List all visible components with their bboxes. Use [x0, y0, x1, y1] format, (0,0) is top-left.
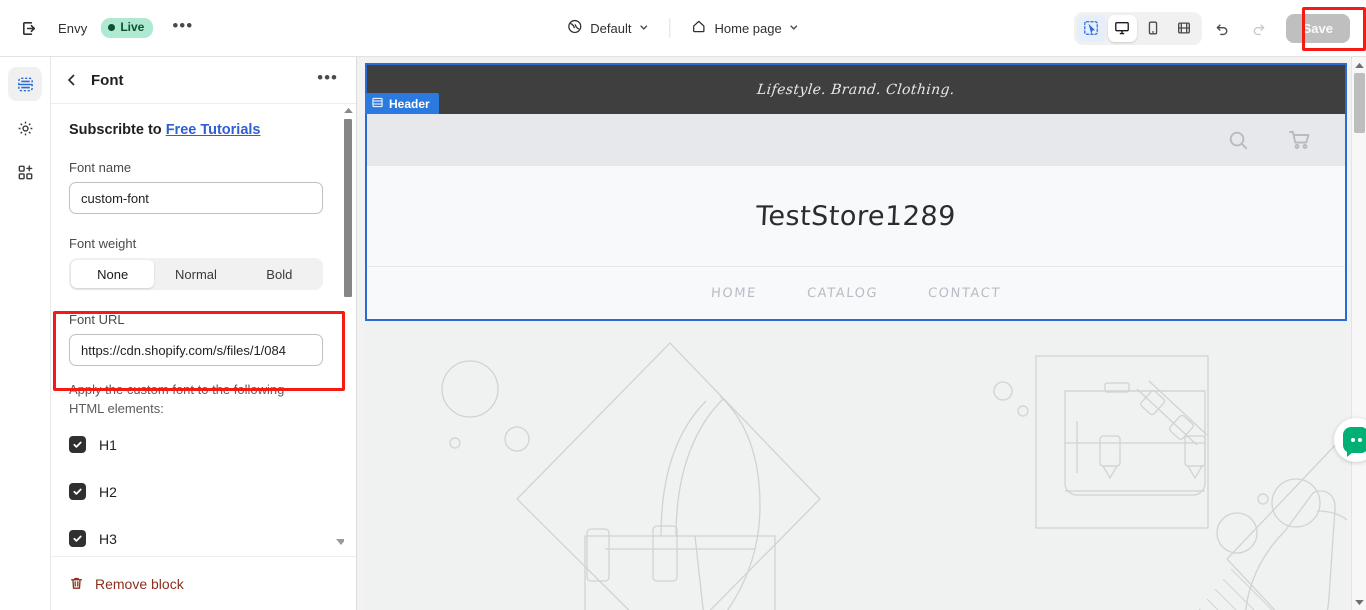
- announcement-text: Lifestyle. Brand. Clothing.: [756, 81, 956, 98]
- section-label-header[interactable]: Header: [365, 93, 439, 114]
- redo-button: [1244, 13, 1274, 43]
- chat-dot-right: [1357, 438, 1362, 442]
- select-tool-button[interactable]: [1076, 14, 1106, 42]
- top-bar-right: Save: [1073, 11, 1356, 45]
- chevron-down-icon: [789, 21, 800, 36]
- top-bar-center: Default Home page: [556, 10, 809, 46]
- settings-panel: Font ••• Subscribte to Free Tutorials Fo…: [51, 57, 357, 610]
- settings-gear-icon[interactable]: [8, 111, 42, 145]
- section-label-text: Header: [389, 96, 430, 111]
- element-checkbox-h1-row: H1: [69, 436, 338, 453]
- font-weight-segmented-control: None Normal Bold: [69, 258, 323, 290]
- font-weight-label: Font weight: [69, 236, 137, 251]
- font-name-label: Font name: [69, 160, 132, 175]
- hero-placeholder-illustration[interactable]: [365, 321, 1347, 610]
- subscribe-prefix: Subscribte to: [69, 122, 166, 138]
- top-bar: Envy Live ••• Default Home page Save: [0, 0, 1366, 57]
- mobile-view-button[interactable]: [1139, 15, 1168, 42]
- panel-header: Font •••: [51, 57, 356, 104]
- top-bar-left: Envy Live •••: [0, 13, 198, 43]
- undo-button[interactable]: [1208, 13, 1238, 43]
- selector-divider: [669, 18, 671, 38]
- preview-canvas-area: Lifestyle. Brand. Clothing. Header TestS…: [357, 57, 1366, 610]
- announcement-bar[interactable]: Lifestyle. Brand. Clothing.: [367, 65, 1345, 114]
- page-title: Font: [91, 71, 124, 89]
- cart-icon[interactable]: [1287, 127, 1313, 153]
- nav-item-contact[interactable]: CONTACT: [928, 286, 1002, 301]
- apps-grid-icon[interactable]: [8, 155, 42, 189]
- chevron-down-icon: [638, 21, 649, 36]
- status-badge: Live: [101, 18, 154, 38]
- panel-scrollbar-thumb[interactable]: [344, 119, 352, 297]
- font-weight-option-none[interactable]: None: [71, 260, 155, 288]
- free-tutorials-link[interactable]: Free Tutorials: [166, 122, 261, 138]
- fullwidth-view-button[interactable]: [1170, 15, 1199, 42]
- store-name-row: TestStore1289: [367, 166, 1345, 266]
- element-checkbox-h2-row: H2: [69, 483, 338, 500]
- nav-item-home[interactable]: HOME: [711, 286, 758, 301]
- chat-bubble-tail: [1347, 452, 1353, 457]
- theme-selector[interactable]: Default: [556, 12, 659, 44]
- checkbox-h1-label: H1: [99, 436, 117, 453]
- save-button[interactable]: Save: [1285, 13, 1350, 43]
- checkbox-h2-label: H2: [99, 483, 117, 500]
- checkbox-h3[interactable]: [69, 530, 86, 547]
- section-icon: [372, 97, 383, 111]
- status-dot-icon: [108, 24, 116, 31]
- panel-body: Subscribte to Free Tutorials Font name F…: [51, 104, 356, 583]
- font-name-input[interactable]: [69, 182, 323, 214]
- store-utility-bar: [367, 114, 1345, 166]
- trash-icon[interactable]: [69, 576, 84, 591]
- theme-selector-label: Default: [590, 20, 632, 36]
- panel-more-menu-button[interactable]: •••: [313, 68, 342, 92]
- topbar-more-menu-button[interactable]: •••: [167, 14, 198, 42]
- page-selector[interactable]: Home page: [680, 12, 809, 44]
- exit-icon[interactable]: [14, 13, 44, 43]
- chat-dot-left: [1350, 438, 1355, 442]
- desktop-view-button[interactable]: [1107, 14, 1137, 42]
- theme-editor-app: Envy Live ••• Default Home page Save Fon…: [0, 0, 1366, 610]
- chevron-left-icon[interactable]: [63, 73, 81, 87]
- search-icon[interactable]: [1226, 128, 1251, 153]
- view-tools-group: [1073, 11, 1202, 45]
- page-scrollbar-thumb[interactable]: [1354, 73, 1365, 133]
- panel-scrollbar[interactable]: [343, 107, 353, 602]
- remove-block-button[interactable]: Remove block: [95, 576, 184, 592]
- store-nav: HOME CATALOG CONTACT: [367, 266, 1345, 319]
- chat-bubble-icon: [1343, 427, 1366, 457]
- store-name: TestStore1289: [755, 200, 957, 232]
- font-weight-option-bold[interactable]: Bold: [238, 260, 321, 288]
- left-icon-rail: [0, 57, 51, 610]
- font-weight-option-normal[interactable]: Normal: [154, 260, 237, 288]
- nav-item-catalog[interactable]: CATALOG: [806, 286, 878, 301]
- panel-scroll-up-icon[interactable]: [343, 107, 353, 116]
- subscribe-line: Subscribte to Free Tutorials: [69, 122, 338, 138]
- page-scroll-up-icon[interactable]: [1352, 57, 1366, 72]
- apply-note: Apply the custom font to the following H…: [69, 382, 285, 416]
- page-selector-label: Home page: [714, 20, 782, 36]
- element-checkbox-h3-row: H3: [69, 530, 338, 547]
- font-url-input[interactable]: [69, 334, 323, 366]
- page-scrollbar[interactable]: [1351, 57, 1366, 610]
- globe-icon: [566, 18, 583, 38]
- store-preview: Lifestyle. Brand. Clothing. Header TestS…: [365, 63, 1347, 610]
- checkbox-h1[interactable]: [69, 436, 86, 453]
- panel-footer: Remove block: [51, 556, 356, 610]
- sections-icon[interactable]: [8, 67, 42, 101]
- page-scroll-down-icon[interactable]: [1352, 595, 1366, 610]
- checkbox-h3-label: H3: [99, 530, 117, 547]
- header-section[interactable]: Lifestyle. Brand. Clothing. Header TestS…: [365, 63, 1347, 321]
- home-icon: [690, 18, 707, 38]
- status-badge-label: Live: [120, 20, 145, 34]
- shop-name[interactable]: Envy: [58, 21, 87, 36]
- font-url-label: Font URL: [69, 312, 125, 327]
- checkbox-h2[interactable]: [69, 483, 86, 500]
